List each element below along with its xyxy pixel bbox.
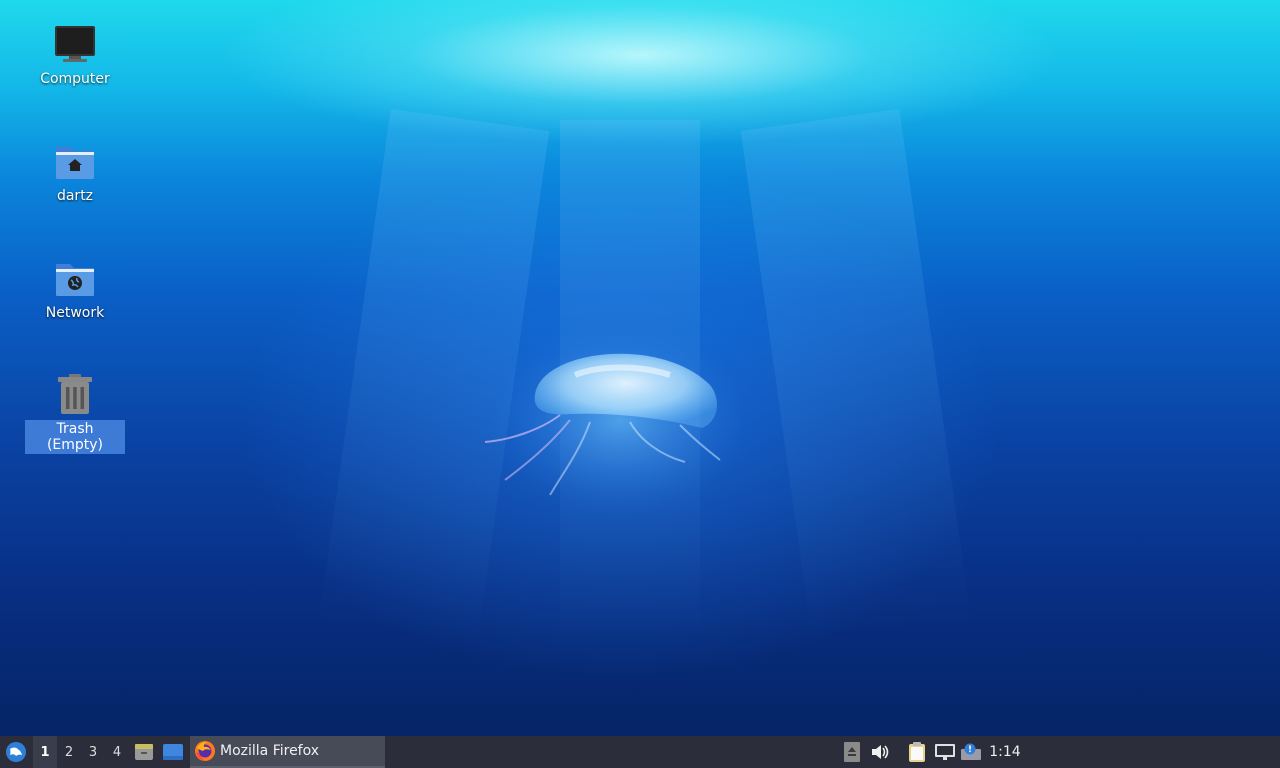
network-folder-icon — [53, 256, 97, 300]
clipboard-icon — [909, 742, 925, 762]
trash-icon — [53, 372, 97, 416]
jellyfish-wallpaper-image — [484, 330, 740, 515]
update-notifier-tray-button[interactable] — [958, 736, 984, 768]
taskbar-task-firefox[interactable]: Mozilla Firefox — [190, 736, 385, 768]
clipboard-tray-button[interactable] — [905, 736, 929, 768]
file-manager-icon — [135, 744, 153, 760]
desktop-icon-home-folder[interactable]: dartz — [25, 139, 125, 205]
desktop-icon-network[interactable]: Network — [25, 256, 125, 322]
light-ray — [740, 108, 972, 647]
desktop-icon-computer[interactable]: Computer — [25, 22, 125, 88]
show-desktop-icon — [163, 744, 183, 760]
clock[interactable]: 1:14 — [984, 736, 1026, 768]
desktop-icon-label: dartz — [56, 188, 94, 204]
computer-icon — [53, 22, 97, 66]
workspace-3[interactable]: 3 — [81, 736, 105, 768]
task-label: Mozilla Firefox — [220, 743, 320, 759]
update-notifier-icon — [961, 743, 981, 760]
desktop-icon-label: Trash (Empty) — [25, 420, 125, 454]
show-desktop-button[interactable] — [160, 736, 186, 768]
desktop-icon-label: Network — [45, 305, 105, 321]
network-tray-button[interactable] — [932, 736, 958, 768]
network-icon — [935, 744, 955, 760]
volume-tray-button[interactable] — [868, 736, 892, 768]
workspace-1[interactable]: 1 — [33, 736, 57, 768]
app-menu-button[interactable] — [2, 736, 30, 768]
volume-icon — [872, 745, 889, 759]
eject-tray-button[interactable] — [842, 736, 862, 768]
home-folder-icon — [53, 139, 97, 183]
workspace-2[interactable]: 2 — [57, 736, 81, 768]
firefox-icon — [195, 741, 215, 761]
eject-icon — [844, 742, 860, 762]
taskbar: 1 2 3 4 Mozilla Firefox 1:14 — [0, 736, 1280, 768]
desktop-background[interactable]: Computer dartz Network Trash (Empty) — [0, 0, 1280, 736]
desktop-icon-label: Computer — [40, 71, 110, 87]
file-manager-launcher[interactable] — [132, 736, 156, 768]
workspace-4[interactable]: 4 — [105, 736, 129, 768]
app-menu-icon — [6, 742, 26, 762]
desktop-icon-trash[interactable]: Trash (Empty) — [25, 372, 125, 454]
